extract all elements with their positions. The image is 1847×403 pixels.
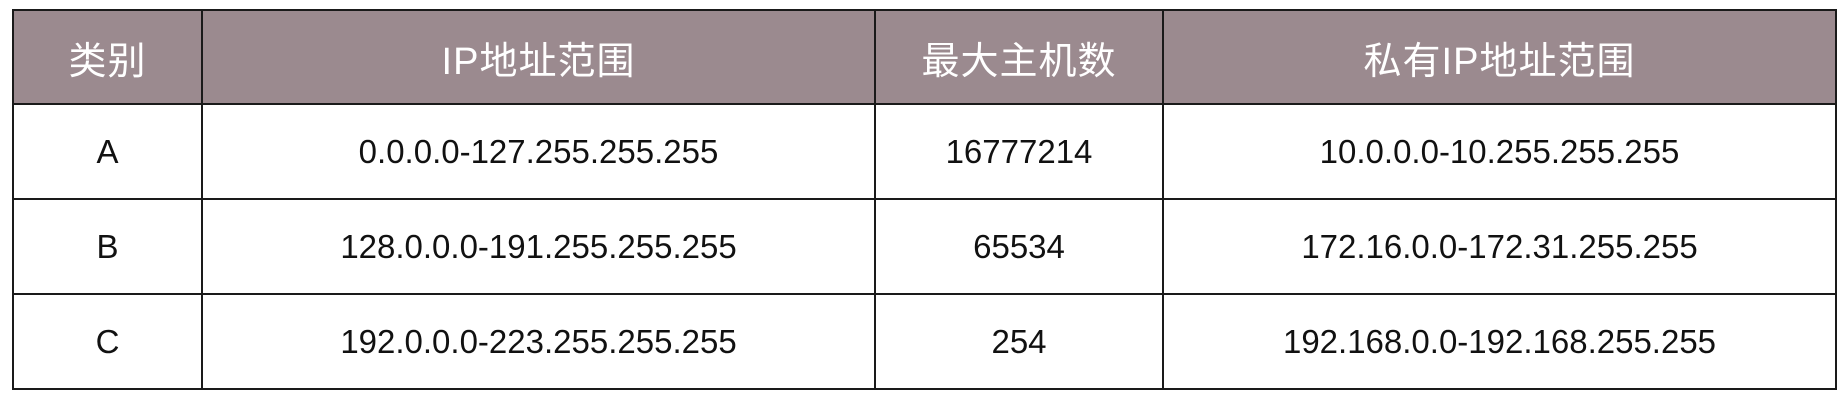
table-header: 类别 IP地址范围 最大主机数 私有IP地址范围 [12,9,1837,105]
cell-class: C [12,293,203,390]
cell-private-ip-range: 192.168.0.0-192.168.255.255 [1162,293,1837,390]
cell-class: A [12,103,203,200]
header-ip-range: IP地址范围 [201,9,876,105]
ip-address-class-table: 类别 IP地址范围 最大主机数 私有IP地址范围 A 0.0.0.0-127.2… [12,9,1837,390]
table-row: A 0.0.0.0-127.255.255.255 16777214 10.0.… [12,103,1837,200]
header-class: 类别 [12,9,203,105]
cell-ip-range: 192.0.0.0-223.255.255.255 [201,293,876,390]
header-private-ip-range: 私有IP地址范围 [1162,9,1837,105]
cell-max-hosts: 254 [874,293,1164,390]
header-row: 类别 IP地址范围 最大主机数 私有IP地址范围 [12,9,1837,105]
cell-ip-range: 128.0.0.0-191.255.255.255 [201,198,876,295]
table-row: C 192.0.0.0-223.255.255.255 254 192.168.… [12,293,1837,390]
table-row: B 128.0.0.0-191.255.255.255 65534 172.16… [12,198,1837,295]
cell-class: B [12,198,203,295]
cell-private-ip-range: 172.16.0.0-172.31.255.255 [1162,198,1837,295]
table-body: A 0.0.0.0-127.255.255.255 16777214 10.0.… [12,103,1837,390]
cell-ip-range: 0.0.0.0-127.255.255.255 [201,103,876,200]
cell-max-hosts: 65534 [874,198,1164,295]
cell-max-hosts: 16777214 [874,103,1164,200]
cell-private-ip-range: 10.0.0.0-10.255.255.255 [1162,103,1837,200]
header-max-hosts: 最大主机数 [874,9,1164,105]
